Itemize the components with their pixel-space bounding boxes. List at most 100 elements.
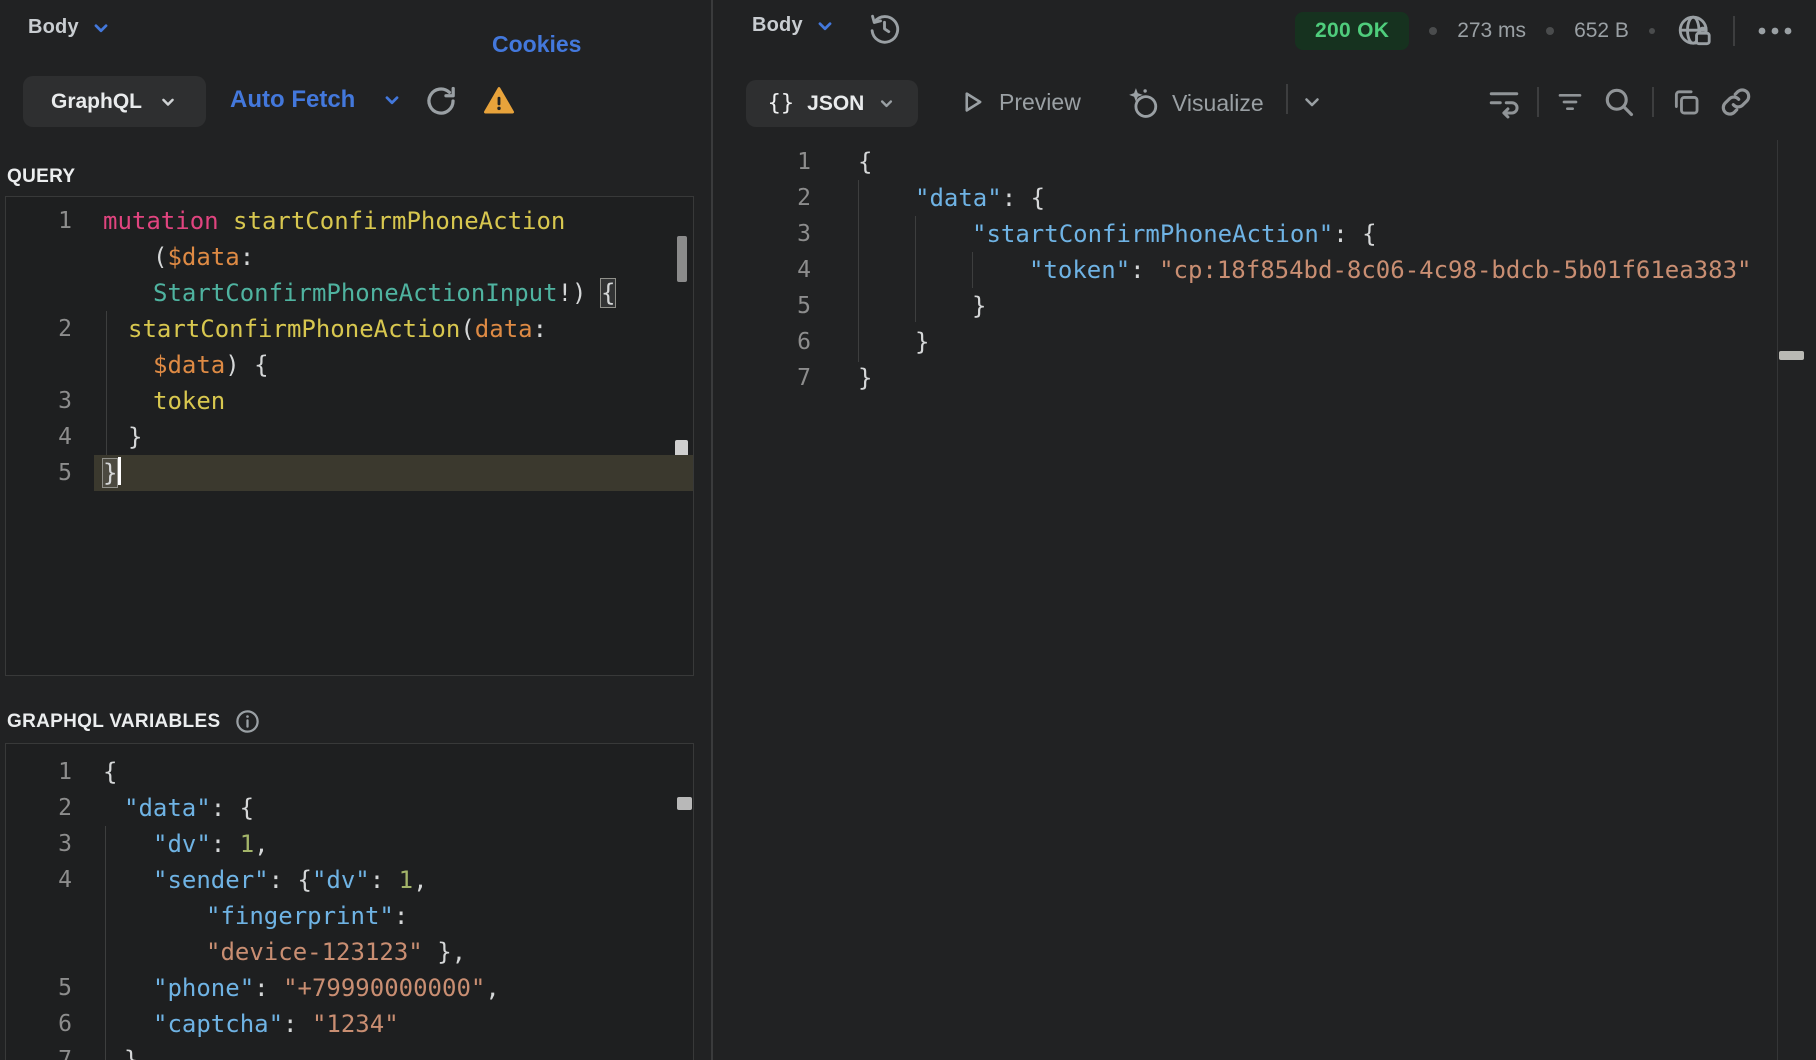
line-number: 4 — [24, 862, 72, 898]
line-number: 4 — [753, 252, 811, 288]
indent-guide — [858, 180, 859, 362]
fetch-mode-dropdown[interactable]: Auto Fetch — [230, 86, 403, 114]
line-number: 5 — [753, 288, 811, 324]
refresh-icon[interactable] — [424, 84, 458, 118]
chevron-down-icon — [814, 15, 836, 37]
visualize-button[interactable]: Visualize — [1126, 86, 1264, 120]
history-icon[interactable] — [866, 10, 903, 47]
code-line: { — [858, 144, 872, 180]
code-line: "sender": {"dv": 1, — [153, 862, 428, 898]
line-number: 2 — [753, 180, 811, 216]
line-number: 7 — [24, 1042, 72, 1060]
sparkle-icon — [1126, 86, 1160, 120]
line-number: 7 — [753, 360, 811, 396]
response-status-bar: 200 OK 273 ms 652 B — [1295, 12, 1795, 50]
visualize-label: Visualize — [1172, 90, 1264, 117]
code-line: } — [128, 419, 142, 455]
query-scrollbar-thumb[interactable] — [677, 236, 687, 282]
response-scrollbar-track[interactable] — [1777, 140, 1778, 1060]
info-icon[interactable] — [234, 708, 261, 735]
preview-button[interactable]: Preview — [958, 88, 1081, 116]
chevron-down-icon — [877, 94, 896, 113]
code-line: "data": { — [915, 180, 1045, 216]
separator-dot — [1429, 27, 1437, 35]
response-format-button[interactable]: {} JSON — [746, 80, 918, 127]
play-icon — [958, 88, 986, 116]
indent-guide — [105, 826, 106, 1060]
graphql-variables-editor[interactable]: 1 {2 "data": { 3 "dv": 1, 4 "sender": {"dv": 1… — [5, 743, 694, 1060]
cookies-link[interactable]: Cookies — [492, 31, 581, 58]
response-body-tab[interactable]: Body — [752, 14, 836, 37]
variables-section-label: GRAPHQL VARIABLES — [7, 711, 220, 733]
response-size: 652 B — [1574, 19, 1629, 43]
chevron-down-icon — [158, 92, 178, 112]
link-icon[interactable] — [1718, 84, 1754, 120]
line-number: 1 — [753, 144, 811, 180]
separator-dot — [1546, 27, 1554, 35]
graphql-query-editor[interactable]: 1mutation startConfirmPhoneAction($data:… — [5, 196, 694, 676]
divider — [1652, 87, 1654, 117]
code-line: } — [103, 455, 121, 491]
code-line: "startConfirmPhoneAction": { — [972, 216, 1377, 252]
code-line: ($data: — [153, 239, 254, 275]
code-line: token — [153, 383, 225, 419]
code-line: { — [103, 754, 117, 790]
request-body-tab[interactable]: Body — [28, 16, 112, 39]
response-body-tab-label: Body — [752, 14, 803, 37]
line-number: 1 — [24, 754, 72, 790]
code-line: } — [972, 288, 986, 324]
query-section-label: QUERY — [7, 166, 75, 188]
response-tools — [1486, 84, 1754, 120]
variables-scrollbar-thumb[interactable] — [677, 797, 692, 810]
fetch-mode-label: Auto Fetch — [230, 86, 355, 114]
braces-icon: {} — [768, 91, 795, 116]
code-line: } — [124, 1042, 138, 1060]
body-type-label: GraphQL — [51, 90, 142, 114]
chevron-down-icon[interactable] — [1300, 90, 1324, 114]
line-number: 5 — [24, 970, 72, 1006]
globe-lock-icon[interactable] — [1675, 12, 1713, 50]
warning-icon[interactable] — [482, 84, 516, 118]
line-number: 2 — [24, 790, 72, 826]
indent-guide — [915, 216, 916, 322]
status-badge: 200 OK — [1295, 12, 1409, 50]
code-line: "data": { — [124, 790, 254, 826]
indent-guide — [972, 252, 973, 288]
code-line: } — [915, 324, 929, 360]
line-number: 4 — [24, 419, 72, 455]
api-client-window: Body Cookies GraphQL Auto Fetch — [0, 0, 1816, 1060]
code-line: "dv": 1, — [153, 826, 269, 862]
line-number: 6 — [24, 1006, 72, 1042]
search-icon[interactable] — [1601, 84, 1637, 120]
line-number: 3 — [753, 216, 811, 252]
code-line: StartConfirmPhoneActionInput!) { — [153, 275, 615, 311]
copy-icon[interactable] — [1669, 84, 1703, 120]
variables-section-header: GRAPHQL VARIABLES — [7, 708, 261, 735]
active-line-highlight — [94, 455, 693, 491]
text-cursor — [118, 457, 121, 485]
divider — [1286, 84, 1288, 114]
chevron-down-icon — [381, 89, 403, 111]
response-format-label: JSON — [807, 92, 864, 116]
kebab-menu-icon[interactable] — [1755, 19, 1795, 43]
code-line: "token": "cp:18f854bd-8c06-4c98-bdcb-5b0… — [1029, 252, 1751, 288]
wrap-text-icon[interactable] — [1486, 84, 1522, 120]
chevron-down-icon — [90, 17, 112, 39]
preview-label: Preview — [999, 89, 1081, 116]
request-body-tab-label: Body — [28, 16, 79, 39]
line-number: 1 — [24, 203, 72, 239]
code-line: "device-123123" }, — [206, 934, 466, 970]
code-line: $data) { — [153, 347, 269, 383]
response-scrollbar-thumb[interactable] — [1779, 351, 1804, 360]
line-number: 3 — [24, 826, 72, 862]
code-line: startConfirmPhoneAction(data: — [128, 311, 547, 347]
divider — [1537, 87, 1539, 117]
code-line: "captcha": "1234" — [153, 1006, 399, 1042]
filter-icon[interactable] — [1554, 84, 1586, 120]
code-line: } — [858, 360, 872, 396]
code-line: "phone": "+79990000000", — [153, 970, 500, 1006]
body-type-button[interactable]: GraphQL — [23, 76, 206, 127]
response-body-viewer[interactable]: 1 {2 "data": { 3 "startConfirmPhoneAction": … — [713, 126, 1775, 1060]
response-time: 273 ms — [1457, 19, 1526, 43]
line-number: 3 — [24, 383, 72, 419]
